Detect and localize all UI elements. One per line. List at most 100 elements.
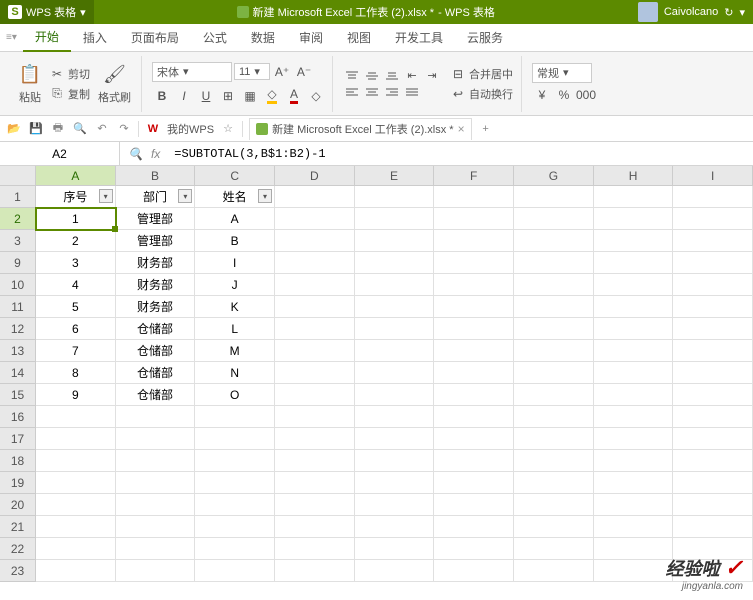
cell-H20[interactable]	[594, 494, 674, 516]
row-header-22[interactable]: 22	[0, 538, 36, 560]
cell-H11[interactable]	[594, 296, 674, 318]
cell-B10[interactable]: 财务部	[116, 274, 196, 296]
cell-B13[interactable]: 仓储部	[116, 340, 196, 362]
cell-B22[interactable]	[116, 538, 196, 560]
cell-G2[interactable]	[514, 208, 594, 230]
cell-E12[interactable]	[355, 318, 435, 340]
cell-C12[interactable]: L	[195, 318, 275, 340]
row-header-17[interactable]: 17	[0, 428, 36, 450]
app-menu[interactable]: S WPS 表格 ▾	[0, 0, 94, 24]
cell-F22[interactable]	[434, 538, 514, 560]
cell-G19[interactable]	[514, 472, 594, 494]
cell-D10[interactable]	[275, 274, 355, 296]
comma-button[interactable]: 000	[576, 85, 596, 105]
name-box[interactable]: A2	[0, 142, 120, 165]
cell-C13[interactable]: M	[195, 340, 275, 362]
cell-H2[interactable]	[594, 208, 674, 230]
cell-I19[interactable]	[673, 472, 753, 494]
cell-A16[interactable]	[36, 406, 116, 428]
cell-D13[interactable]	[275, 340, 355, 362]
cell-A10[interactable]: 4	[36, 274, 116, 296]
menu-expand-icon[interactable]: ≡▾	[0, 32, 23, 43]
cell-B16[interactable]	[116, 406, 196, 428]
cell-G9[interactable]	[514, 252, 594, 274]
cell-E11[interactable]	[355, 296, 435, 318]
column-header-A[interactable]: A	[36, 166, 116, 186]
tab-review[interactable]: 审阅	[287, 24, 335, 52]
cell-E20[interactable]	[355, 494, 435, 516]
row-header-10[interactable]: 10	[0, 274, 36, 296]
cell-I12[interactable]	[673, 318, 753, 340]
column-header-B[interactable]: B	[116, 166, 196, 186]
cell-E15[interactable]	[355, 384, 435, 406]
cell-I9[interactable]	[673, 252, 753, 274]
cell-D18[interactable]	[275, 450, 355, 472]
cell-C3[interactable]: B	[195, 230, 275, 252]
tab-developer[interactable]: 开发工具	[383, 24, 455, 52]
cell-A1[interactable]: 序号▾	[36, 186, 116, 208]
cell-D21[interactable]	[275, 516, 355, 538]
cell-I13[interactable]	[673, 340, 753, 362]
cell-I11[interactable]	[673, 296, 753, 318]
cell-G15[interactable]	[514, 384, 594, 406]
favorite-icon[interactable]: ☆	[220, 121, 236, 137]
cell-F1[interactable]	[434, 186, 514, 208]
font-color-button[interactable]: A	[284, 86, 304, 106]
fx-search-icon[interactable]: 🔍	[128, 147, 143, 161]
cell-D1[interactable]	[275, 186, 355, 208]
cell-H17[interactable]	[594, 428, 674, 450]
open-icon[interactable]: 📂	[6, 121, 22, 137]
cell-B9[interactable]: 财务部	[116, 252, 196, 274]
chevron-down-icon[interactable]: ▾	[739, 6, 745, 19]
cell-C23[interactable]	[195, 560, 275, 582]
column-header-D[interactable]: D	[275, 166, 355, 186]
cell-A17[interactable]	[36, 428, 116, 450]
cell-E10[interactable]	[355, 274, 435, 296]
cell-E16[interactable]	[355, 406, 435, 428]
redo-icon[interactable]: ↷	[116, 121, 132, 137]
fill-color-button[interactable]: ◇	[262, 86, 282, 106]
row-header-13[interactable]: 13	[0, 340, 36, 362]
cell-F19[interactable]	[434, 472, 514, 494]
cell-H10[interactable]	[594, 274, 674, 296]
cell-F21[interactable]	[434, 516, 514, 538]
cell-B17[interactable]	[116, 428, 196, 450]
username[interactable]: Caivolcano	[664, 6, 718, 18]
tab-home[interactable]: 开始	[23, 24, 71, 52]
tab-insert[interactable]: 插入	[71, 24, 119, 52]
row-header-12[interactable]: 12	[0, 318, 36, 340]
align-right-button[interactable]	[383, 85, 401, 99]
cell-C20[interactable]	[195, 494, 275, 516]
cell-H1[interactable]	[594, 186, 674, 208]
align-bottom-button[interactable]	[383, 69, 401, 83]
cell-D15[interactable]	[275, 384, 355, 406]
cell-B2[interactable]: 管理部	[116, 208, 196, 230]
cell-I20[interactable]	[673, 494, 753, 516]
cell-A2[interactable]: 1	[36, 208, 116, 230]
save-icon[interactable]: 💾	[28, 121, 44, 137]
cell-I17[interactable]	[673, 428, 753, 450]
cell-H21[interactable]	[594, 516, 674, 538]
cell-B3[interactable]: 管理部	[116, 230, 196, 252]
cell-F12[interactable]	[434, 318, 514, 340]
cell-E3[interactable]	[355, 230, 435, 252]
cell-G23[interactable]	[514, 560, 594, 582]
cell-B20[interactable]	[116, 494, 196, 516]
cell-D16[interactable]	[275, 406, 355, 428]
cell-G22[interactable]	[514, 538, 594, 560]
cell-G12[interactable]	[514, 318, 594, 340]
fill-handle[interactable]	[112, 226, 118, 232]
cell-F2[interactable]	[434, 208, 514, 230]
cell-A3[interactable]: 2	[36, 230, 116, 252]
row-header-3[interactable]: 3	[0, 230, 36, 252]
cell-F15[interactable]	[434, 384, 514, 406]
tab-cloud[interactable]: 云服务	[455, 24, 515, 52]
cell-G16[interactable]	[514, 406, 594, 428]
cell-C19[interactable]	[195, 472, 275, 494]
cells-area[interactable]: 序号▾部门▾姓名▾1管理部A2管理部B3财务部I4财务部J5财务部K6仓储部L7…	[36, 186, 753, 600]
cell-B14[interactable]: 仓储部	[116, 362, 196, 384]
cell-F3[interactable]	[434, 230, 514, 252]
row-header-11[interactable]: 11	[0, 296, 36, 318]
cell-H23[interactable]	[594, 560, 674, 582]
cell-B23[interactable]	[116, 560, 196, 582]
